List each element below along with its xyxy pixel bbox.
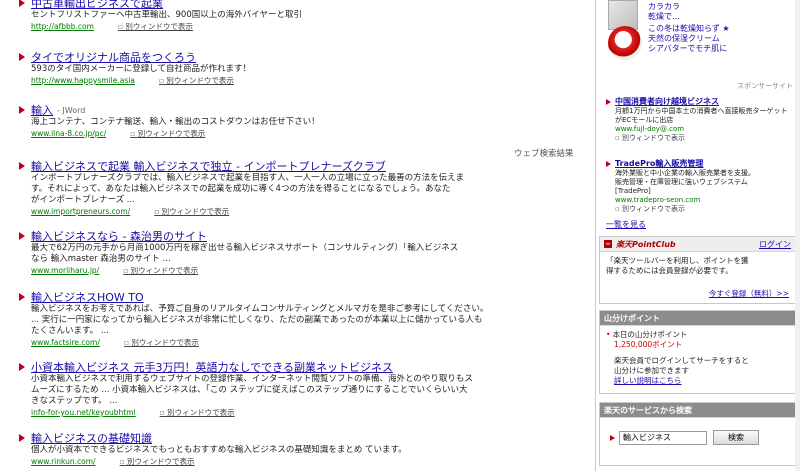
sponsored-ad-title[interactable]: 中国消費者向け越境ビジネス (615, 96, 719, 107)
web-results-label: ウェブ検索結果 (514, 149, 574, 159)
result-url[interactable]: www.factsire.com/ (31, 337, 100, 348)
result-desc: セントフリストファーへ中古車輸出、900国以上の海外バイヤーと取引 (31, 10, 302, 20)
new-window-link[interactable]: 別ウィンドウで表示 (123, 265, 199, 276)
result-desc: 小資本輸入ビジネスで利用するウェブサイトの登録作業、インターネット閲覧ソフトの準… (31, 374, 473, 406)
more-ads-link[interactable]: 一覧を見る (606, 219, 646, 230)
result-title-link[interactable]: 中古車輸出ビジネスで起業 (31, 0, 163, 10)
close-icon[interactable]: − (604, 240, 612, 248)
result-desc: 個人が小資本でできるビジネスでもっともおすすめな輸入ビジネスの基礎知識をまとめ … (31, 445, 407, 455)
result-url[interactable]: www.ilna-8.co.jp/pc/ (31, 128, 106, 139)
sponsored-ad-title[interactable]: TradePro輸入販売管理 (615, 158, 703, 169)
arrow-icon (606, 160, 611, 167)
result-item: 輸入ビジネスHOW TO 輸入ビジネスをお考えであれば、予算ご自身のリアルタイム… (0, 290, 590, 348)
result-url[interactable]: www.morliharu.jp/ (31, 265, 99, 276)
result-title-link[interactable]: 輸入ビジネスで起業 輸入ビジネスで独立 - インポートプレナーズクラブ (31, 160, 386, 173)
new-window-link[interactable]: 別ウィンドウで表示 (160, 407, 235, 418)
result-url[interactable]: www.importpreneurs.com/ (31, 206, 130, 217)
point-amount: 1,250,000ポイント (614, 340, 683, 349)
service-search-input[interactable] (619, 430, 707, 445)
result-desc: インポートプレナーズクラブでは、輸入ビジネスで起業を目指す人、一人一人の立場に立… (31, 173, 465, 205)
yamawake-panel: 山分けポイント • 本日の山分けポイント 1,250,000ポイント 楽天会員でロ… (599, 310, 796, 394)
arrow-icon (19, 232, 25, 240)
new-window-link[interactable]: 別ウィンドウで表示 (118, 21, 193, 32)
login-link[interactable]: ログイン (759, 239, 791, 250)
result-desc: 593のタイ国内メーカーに登録して自社商品が作れます！ (31, 64, 251, 74)
details-link[interactable]: 詳しい説明はこちら (614, 376, 682, 385)
result-title-link[interactable]: 輸入ビジネスHOW TO (31, 291, 144, 304)
result-item: 輸入ビジネスなら - 森治男のサイト 最大で62万円の元手から月商1000万円を… (0, 229, 590, 276)
yamawake-header: 山分けポイント (600, 311, 795, 326)
arrow-icon (19, 162, 25, 170)
result-title-link[interactable]: タイでオリジナル商品をつくろう (31, 51, 196, 64)
sidebar: カラカラ 乾燥で... この冬は乾燥知らず ★ 天然の保湿クリーム シアバターで… (595, 0, 800, 471)
new-window-link[interactable]: 別ウィンドウで表示 (120, 456, 195, 467)
arrow-icon (19, 363, 25, 371)
result-item: 輸入ビジネスの基礎知識 個人が小資本でできるビジネスでもっともおすすめな輸入ビジ… (0, 431, 590, 467)
new-window-link[interactable]: 別ウィンドウで表示 (124, 337, 199, 348)
result-desc: 海上コンテナ、コンテナ輸送、輸入・輸出のコストダウンはお任せ下さい！ (31, 117, 320, 127)
sponsored-ad-url[interactable]: www.tradepro-seon.com (615, 196, 791, 205)
new-window-link[interactable]: 別ウィンドウで表示 (615, 205, 791, 214)
new-window-link[interactable]: 別ウィンドウで表示 (615, 134, 791, 143)
result-url[interactable]: http://www.happysmile.asia (31, 75, 135, 86)
result-url[interactable]: http://afbbb.com (31, 21, 94, 32)
result-item: 中古車輸出ビジネスで起業 セントフリストファーへ中古車輸出、900国以上の海外バ… (0, 0, 590, 32)
new-window-link[interactable]: 別ウィンドウで表示 (130, 128, 206, 139)
result-title-link[interactable]: 輸入 (31, 104, 53, 117)
scrollbar[interactable] (795, 0, 800, 471)
pointclub-logo: 楽天PointClub (616, 239, 676, 249)
result-desc: 輸入ビジネスをお考えであれば、予算ご自身のリアルタイムコンサルティングとメルマガ… (31, 304, 489, 336)
result-title-link[interactable]: 輸入ビジネスの基礎知識 (31, 432, 152, 445)
bullet-icon: • (606, 330, 611, 339)
cream-product-image[interactable] (608, 26, 642, 60)
result-item: 小資本輸入ビジネス 元手3万円！英語力なしでできる副業ネットビジネス 小資本輸入… (0, 360, 590, 418)
arrow-icon (19, 434, 25, 442)
result-item: タイでオリジナル商品をつくろう 593のタイ国内メーカーに登録して自社商品が作れ… (0, 50, 590, 86)
result-item: 輸入 - JWord 海上コンテナ、コンテナ輸送、輸入・輸出のコストダウンはお任せ… (0, 103, 590, 139)
search-results: 中古車輸出ビジネスで起業 セントフリストファーへ中古車輸出、900国以上の海外バ… (0, 0, 594, 471)
pointclub-panel: − 楽天PointClub ログイン 「楽天ツールバーを利用し、ポイントを獲 得… (599, 236, 796, 304)
sponsored-ad: 中国消費者向け越境ビジネス 月額1万円から中国本土の消費者へ直接販売ターゲットが… (606, 96, 791, 143)
sponsor-label: スポンサーサイト (737, 82, 793, 90)
result-source: - JWord (57, 105, 86, 115)
arrow-icon (19, 0, 25, 7)
sponsored-ad: TradePro輸入販売管理 海外業販と中小企業の輸入販売業者を支援。 販売管理… (606, 158, 791, 214)
search-button[interactable]: 検索 (713, 430, 759, 445)
arrow-icon (610, 434, 615, 441)
result-item: 輸入ビジネスで起業 輸入ビジネスで独立 - インポートプレナーズクラブ インポー… (0, 159, 590, 217)
result-url[interactable]: www.rinkun.com/ (31, 456, 96, 467)
result-url[interactable]: info-for-you.net/keyoubhtml (31, 407, 136, 418)
arrow-icon (19, 106, 25, 114)
result-title-link[interactable]: 小資本輸入ビジネス 元手3万円！英語力なしでできる副業ネットビジネス (31, 361, 393, 374)
arrow-icon (19, 53, 25, 61)
product-ad-area: カラカラ 乾燥で... この冬は乾燥知らず ★ 天然の保湿クリーム シアバターで… (608, 0, 788, 66)
new-window-link[interactable]: 別ウィンドウで表示 (154, 206, 230, 217)
cream-ad-text[interactable]: この冬は乾燥知らず ★ 天然の保湿クリーム シアバターでモチ肌に (648, 24, 730, 54)
rakuten-search-panel: 楽天のサービスから検索 検索 (599, 402, 796, 466)
register-link[interactable]: 今すぐ登録（無料）>> (709, 288, 789, 299)
sponsored-ad-url[interactable]: www.fujl-doy@.com (615, 125, 791, 134)
arrow-icon (606, 98, 611, 105)
result-desc: 最大で62万円の元手から月商1000万円を稼ぎ出せる輸入ビジネスサポート（コンサ… (31, 243, 459, 264)
arrow-icon (19, 293, 25, 301)
result-title-link[interactable]: 輸入ビジネスなら - 森治男のサイト (31, 230, 207, 243)
new-window-link[interactable]: 別ウィンドウで表示 (159, 75, 234, 86)
rakuten-search-header: 楽天のサービスから検索 (600, 403, 795, 418)
